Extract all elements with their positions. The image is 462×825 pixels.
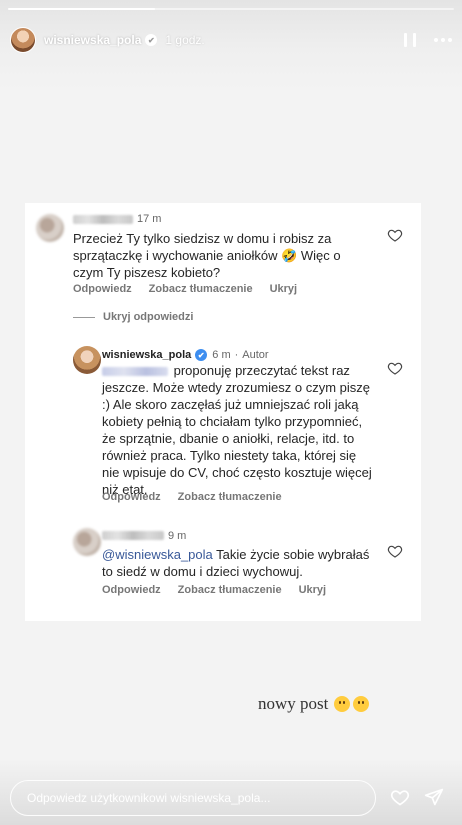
grinning-face-icon — [353, 696, 370, 712]
heart-icon[interactable] — [387, 543, 403, 559]
hide-button[interactable]: Ukryj — [270, 283, 298, 295]
reply-button[interactable]: Odpowiedz — [73, 283, 132, 295]
pause-icon[interactable] — [404, 33, 416, 47]
hide-replies-toggle[interactable]: Ukryj odpowiedzi — [73, 311, 193, 323]
hide-button[interactable]: Ukryj — [299, 584, 327, 596]
translate-button[interactable]: Zobacz tłumaczenie — [149, 283, 253, 295]
avatar[interactable] — [10, 27, 36, 53]
comment-actions: Odpowiedz Zobacz tłumaczenie Ukryj — [102, 584, 343, 596]
mention-link[interactable]: @wisniewska_pola — [102, 547, 213, 562]
story-progress-bar — [8, 8, 454, 10]
heart-icon[interactable] — [389, 787, 411, 807]
story-reply-input[interactable]: Odpowiedz użytkownikowi wisniewska_pola.… — [10, 780, 376, 816]
caption-text: nowy post — [258, 694, 329, 713]
comment-header: wisniewska_pola ✔ 6 m · Autor — [102, 349, 269, 361]
avatar — [36, 214, 64, 242]
face-with-hand-over-mouth-icon — [334, 696, 351, 712]
story-timestamp: 1 godz. — [165, 33, 205, 47]
divider — [73, 316, 95, 318]
comment-time: 6 m — [212, 349, 231, 361]
avatar — [73, 346, 101, 374]
comment-actions: Odpowiedz Zobacz tłumaczenie — [102, 491, 299, 503]
reply-placeholder: Odpowiedz użytkownikowi wisniewska_pola.… — [27, 791, 271, 805]
heart-icon[interactable] — [387, 360, 403, 376]
story-header: wisniewska_pola ✔ 1 godz. — [10, 26, 452, 54]
comment-username[interactable]: wisniewska_pola — [102, 349, 191, 361]
reply-body: proponuję przeczytać tekst raz jeszcze. … — [102, 363, 372, 497]
story-username[interactable]: wisniewska_pola — [44, 33, 141, 47]
avatar — [73, 528, 101, 556]
comment-screenshot: 17 m Przecież Ty tylko siedzisz w domu i… — [25, 203, 421, 621]
hide-replies-label: Ukryj odpowiedzi — [103, 311, 194, 323]
blurred-username — [73, 215, 133, 224]
comment-actions: Odpowiedz Zobacz tłumaczenie Ukryj — [73, 283, 314, 295]
separator-dot: · — [234, 349, 239, 361]
author-badge: Autor — [242, 349, 269, 361]
story-caption: nowy post — [258, 694, 370, 714]
comment-text: proponuję przeczytać tekst raz jeszcze. … — [102, 362, 377, 498]
reply-button[interactable]: Odpowiedz — [102, 584, 161, 596]
comment-time: 17 m — [137, 213, 162, 225]
comment-text: Przecież Ty tylko siedzisz w domu i robi… — [73, 231, 341, 280]
more-icon[interactable] — [434, 38, 452, 42]
send-icon[interactable] — [424, 787, 444, 807]
translate-button[interactable]: Zobacz tłumaczenie — [178, 584, 282, 596]
verified-icon: ✔ — [195, 349, 208, 361]
translate-button[interactable]: Zobacz tłumaczenie — [178, 491, 282, 503]
verified-icon: ✔ — [145, 34, 158, 46]
heart-icon[interactable] — [387, 227, 403, 243]
reply-button[interactable]: Odpowiedz — [102, 491, 161, 503]
comment-time: 9 m — [168, 530, 187, 542]
comment-text: @wisniewska_pola Takie życie sobie wybra… — [102, 546, 377, 580]
story-progress-fill — [8, 8, 156, 10]
blurred-mention — [102, 367, 168, 377]
blurred-username — [102, 531, 164, 540]
